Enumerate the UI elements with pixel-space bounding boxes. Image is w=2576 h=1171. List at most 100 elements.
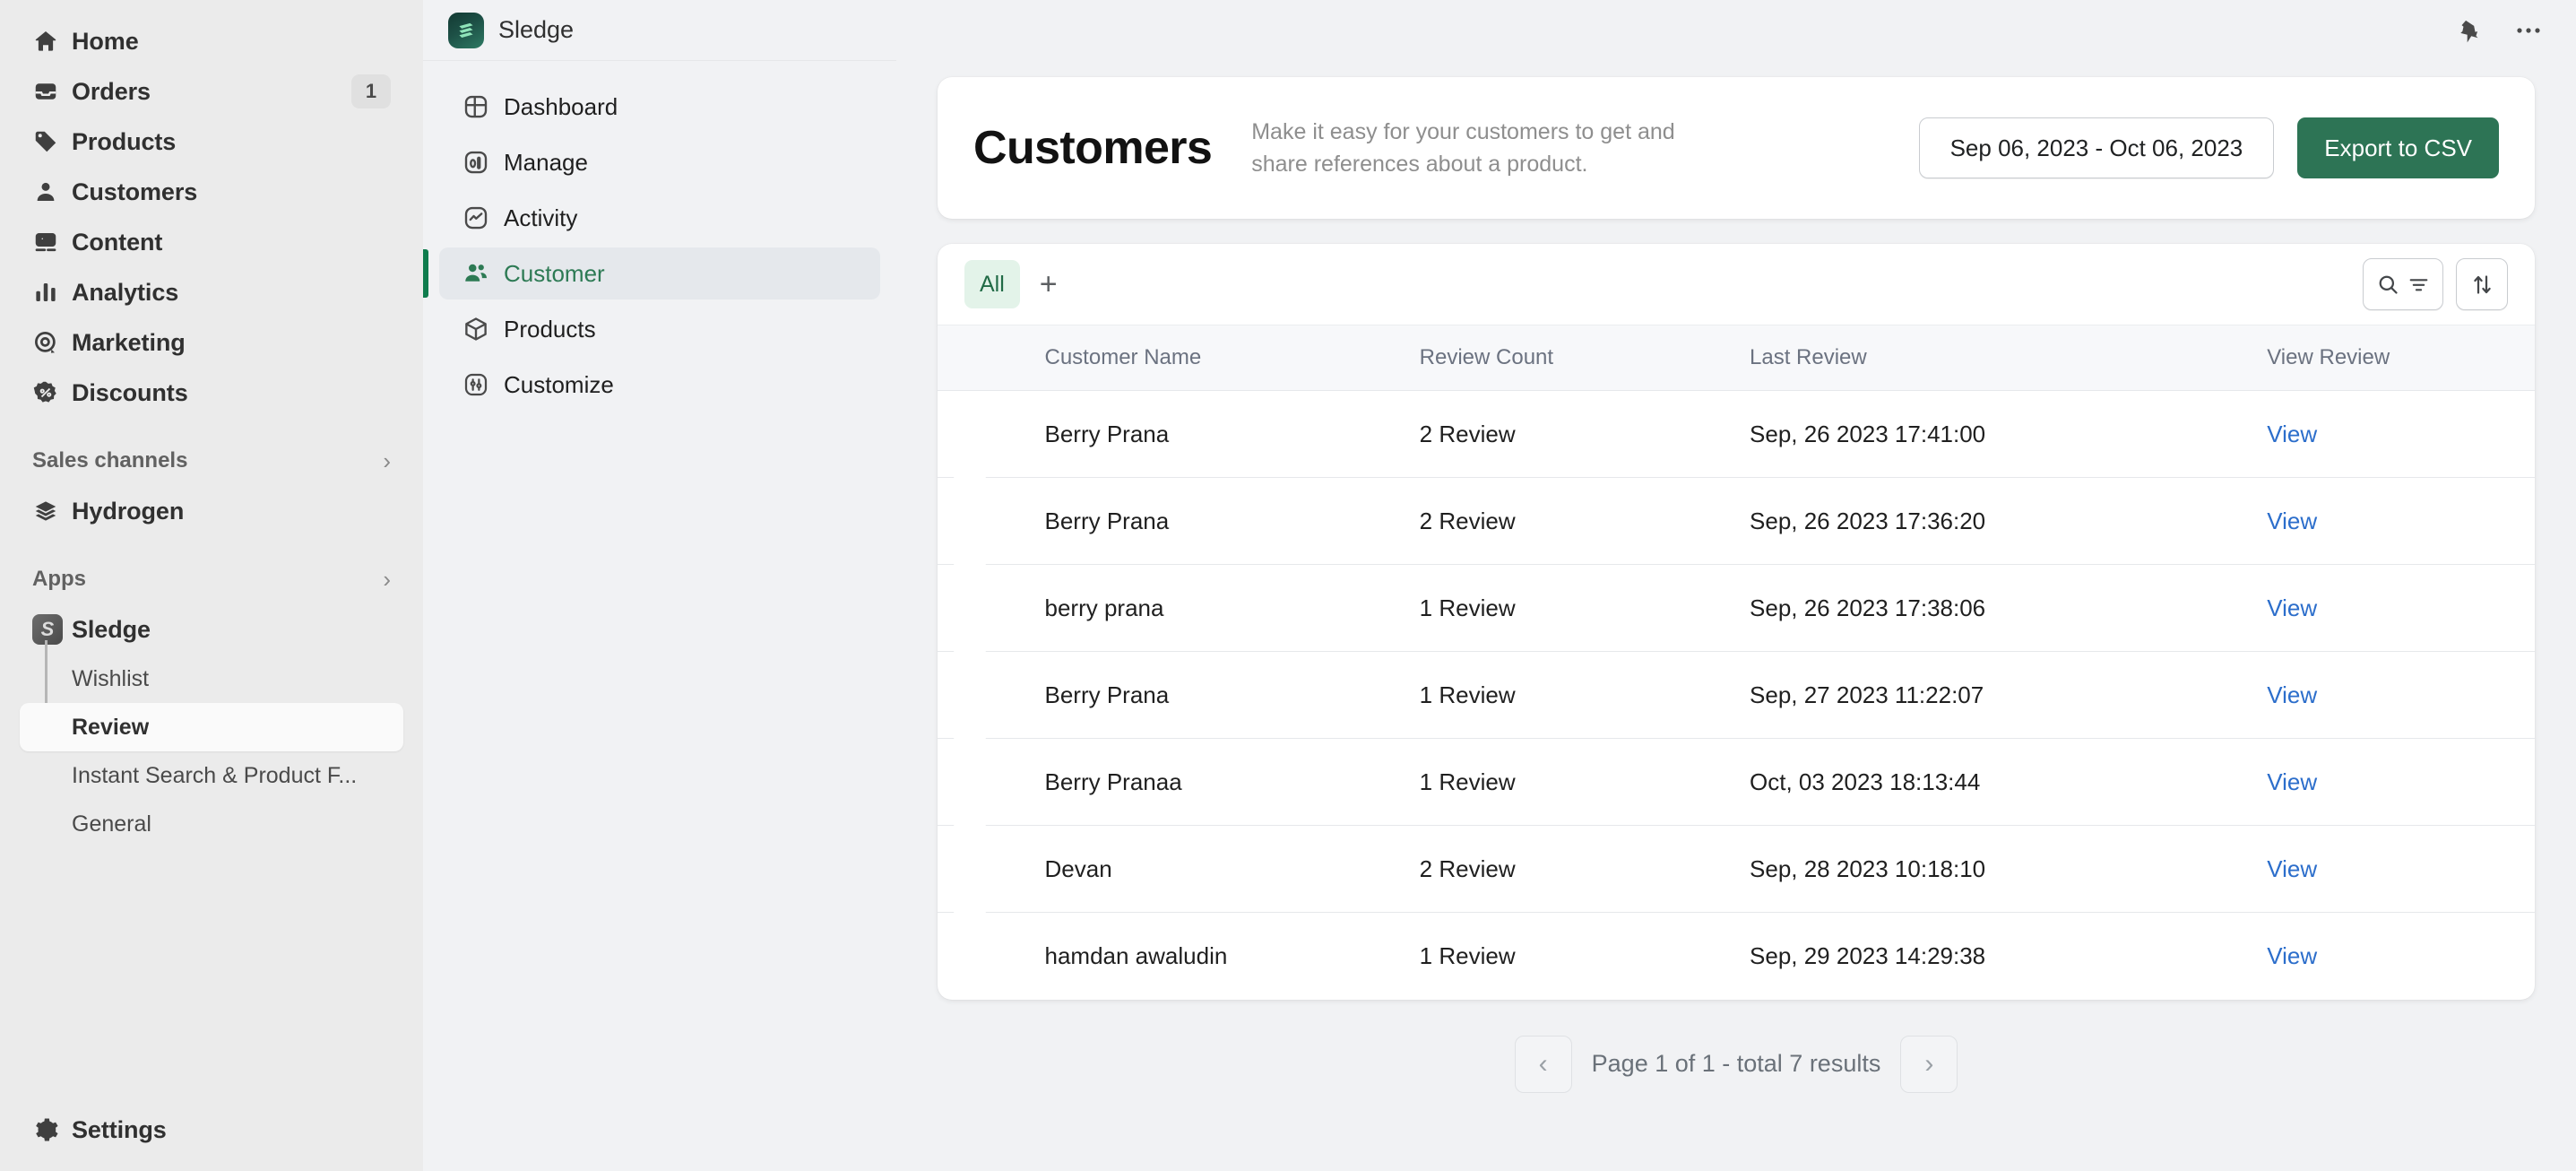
table-row[interactable]: hamdan awaludin 1 Review Sep, 29 2023 14… — [938, 913, 2535, 1000]
sidebar-item-hydrogen[interactable]: Hydrogen — [20, 486, 403, 536]
orders-icon — [32, 78, 72, 105]
row-view-link[interactable]: View — [2267, 391, 2535, 478]
table-row[interactable]: Berry Prana 2 Review Sep, 26 2023 17:36:… — [938, 478, 2535, 565]
sales-channels-header[interactable]: Sales channels › — [32, 438, 391, 484]
view-review-link[interactable]: View — [2267, 855, 2317, 882]
add-tab-button[interactable]: + — [1040, 269, 1058, 299]
table-row[interactable]: Berry Pranaa 1 Review Oct, 03 2023 18:13… — [938, 739, 2535, 826]
view-review-link[interactable]: View — [2267, 507, 2317, 534]
date-range-value: Sep 06, 2023 - Oct 06, 2023 — [1950, 134, 2243, 162]
sledge-menu-customize[interactable]: Customize — [439, 359, 880, 411]
customers-table: Customer Name Review Count Last Review V… — [938, 325, 2535, 1000]
sidebar-item-home[interactable]: Home — [20, 16, 403, 66]
table-row[interactable]: Devan 2 Review Sep, 28 2023 10:18:10 Vie… — [938, 826, 2535, 913]
sidebar-subitem-review[interactable]: Review — [20, 703, 403, 751]
orders-badge: 1 — [351, 74, 391, 108]
sledge-menu-label: Customize — [504, 371, 614, 399]
dashboard-grid-icon — [462, 93, 504, 120]
products-tag-icon — [32, 128, 72, 155]
sledge-menu-label: Dashboard — [504, 93, 618, 121]
table-header-row: Customer Name Review Count Last Review V… — [938, 325, 2535, 391]
sidebar-subitem-label: General — [72, 811, 151, 837]
row-view-link[interactable]: View — [2267, 826, 2535, 913]
sort-button[interactable] — [2456, 258, 2508, 310]
row-last-review: Sep, 26 2023 17:41:00 — [1750, 391, 2267, 478]
customize-sliders-icon — [462, 371, 504, 398]
filter-lines-icon — [2407, 273, 2430, 296]
view-review-link[interactable]: View — [2267, 942, 2317, 969]
sledge-panel-header: Sledge — [423, 0, 896, 61]
sidebar-item-products[interactable]: Products — [20, 117, 403, 167]
pagination-next-button[interactable]: › — [1900, 1036, 1958, 1093]
sledge-panel-title: Sledge — [498, 16, 574, 44]
search-filter-button[interactable] — [2363, 258, 2443, 310]
activity-pulse-icon — [462, 204, 504, 231]
customers-person-icon — [32, 178, 72, 205]
table-row[interactable]: Berry Prana 1 Review Sep, 27 2023 11:22:… — [938, 652, 2535, 739]
sidebar-item-label: Content — [72, 229, 162, 256]
table-body: Berry Prana 2 Review Sep, 26 2023 17:41:… — [938, 391, 2535, 1000]
sidebar-subitem-label: Review — [72, 715, 149, 741]
date-range-picker[interactable]: Sep 06, 2023 - Oct 06, 2023 — [1919, 117, 2275, 178]
customer-people-icon — [462, 260, 504, 287]
sledge-menu-label: Products — [504, 316, 596, 343]
sledge-menu-products[interactable]: Products — [439, 303, 880, 355]
row-view-link[interactable]: View — [2267, 652, 2535, 739]
row-review-count: 2 Review — [1420, 391, 1750, 478]
sidebar-item-orders[interactable]: Orders 1 — [20, 66, 403, 117]
sidebar-item-marketing[interactable]: Marketing — [20, 317, 403, 368]
ellipsis-horizontal-icon[interactable] — [2515, 18, 2544, 43]
sledge-menu-activity[interactable]: Activity — [439, 192, 880, 244]
tab-all[interactable]: All — [964, 260, 1020, 308]
sledge-menu-manage[interactable]: Manage — [439, 136, 880, 188]
row-customer-name: Berry Prana — [1045, 652, 1420, 739]
row-customer-name: berry prana — [1045, 565, 1420, 652]
pin-icon[interactable] — [2456, 18, 2481, 43]
analytics-bars-icon — [32, 279, 72, 306]
table-header: Customer Name Review Count Last Review V… — [938, 325, 2535, 391]
table-toolbar: All + — [938, 244, 2535, 325]
search-icon — [2376, 273, 2400, 297]
sidebar-subitem-instant-search[interactable]: Instant Search & Product F... — [20, 751, 403, 800]
view-review-link[interactable]: View — [2267, 681, 2317, 708]
sidebar-item-content[interactable]: Content — [20, 217, 403, 267]
row-view-link[interactable]: View — [2267, 478, 2535, 565]
row-last-review: Sep, 27 2023 11:22:07 — [1750, 652, 2267, 739]
export-to-csv-button[interactable]: Export to CSV — [2297, 117, 2499, 178]
sledge-menu-label: Customer — [504, 260, 605, 288]
col-header-last-review: Last Review — [1750, 325, 2267, 391]
sidebar-subitem-general[interactable]: General — [20, 800, 403, 848]
sledge-menu-label: Activity — [504, 204, 577, 232]
row-avatar-cell — [938, 739, 1045, 826]
row-avatar-cell — [938, 652, 1045, 739]
sidebar-item-label: Customers — [72, 178, 197, 206]
sidebar-item-analytics[interactable]: Analytics — [20, 267, 403, 317]
row-view-link[interactable]: View — [2267, 913, 2535, 1000]
sidebar-item-label: Products — [72, 128, 176, 156]
sidebar-item-sledge[interactable]: S Sledge — [20, 604, 403, 655]
row-avatar-cell — [938, 913, 1045, 1000]
view-review-link[interactable]: View — [2267, 421, 2317, 447]
row-customer-name: Devan — [1045, 826, 1420, 913]
apps-header[interactable]: Apps › — [32, 556, 391, 603]
sidebar-item-settings[interactable]: Settings — [20, 1105, 403, 1155]
row-review-count: 1 Review — [1420, 565, 1750, 652]
view-review-link[interactable]: View — [2267, 594, 2317, 621]
row-view-link[interactable]: View — [2267, 565, 2535, 652]
row-customer-name: Berry Prana — [1045, 391, 1420, 478]
row-last-review: Oct, 03 2023 18:13:44 — [1750, 739, 2267, 826]
table-row[interactable]: berry prana 1 Review Sep, 26 2023 17:38:… — [938, 565, 2535, 652]
row-view-link[interactable]: View — [2267, 739, 2535, 826]
sledge-menu-customer[interactable]: Customer — [439, 247, 880, 299]
view-review-link[interactable]: View — [2267, 768, 2317, 795]
sidebar-item-label: Analytics — [72, 279, 178, 307]
table-row[interactable]: Berry Prana 2 Review Sep, 26 2023 17:41:… — [938, 391, 2535, 478]
sidebar-item-customers[interactable]: Customers — [20, 167, 403, 217]
row-review-count: 2 Review — [1420, 826, 1750, 913]
sidebar-item-label: Hydrogen — [72, 498, 184, 525]
sledge-menu-dashboard[interactable]: Dashboard — [439, 81, 880, 133]
sidebar-subitem-wishlist[interactable]: Wishlist — [20, 655, 403, 703]
gear-icon — [32, 1116, 72, 1143]
sidebar-item-discounts[interactable]: Discounts — [20, 368, 403, 418]
pagination-prev-button[interactable]: ‹ — [1515, 1036, 1572, 1093]
